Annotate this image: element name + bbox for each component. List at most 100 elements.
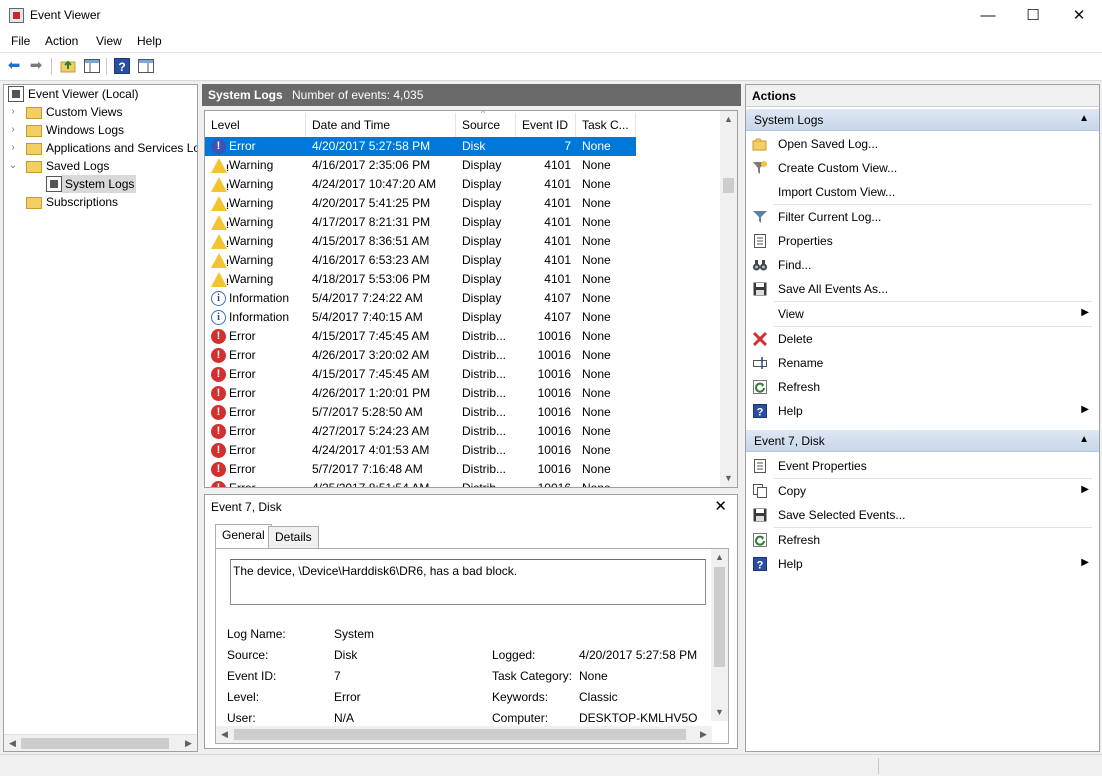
actions-section-system-logs[interactable]: System Logs ▲: [746, 109, 1099, 131]
action-label: Help: [778, 404, 803, 418]
tree-item-applications-and-services[interactable]: › Applications and Services Lo: [4, 139, 197, 157]
scroll-up-icon[interactable]: ▲: [720, 111, 737, 128]
action-view[interactable]: View ▶: [746, 302, 1099, 326]
show-hide-tree-icon[interactable]: [83, 57, 101, 75]
table-row[interactable]: ! Error 4/26/2017 3:20:02 AM Distrib... 1001…: [205, 346, 719, 365]
actions-section-event[interactable]: Event 7, Disk ▲: [746, 430, 1099, 452]
action-refresh[interactable]: Refresh: [746, 528, 1099, 552]
scroll-right-icon[interactable]: ▶: [695, 726, 712, 743]
help-icon[interactable]: ?: [113, 57, 131, 75]
details-vertical-scrollbar[interactable]: ▲ ▼: [711, 549, 728, 721]
scrollbar-thumb[interactable]: [714, 567, 725, 667]
scroll-up-icon[interactable]: ▲: [711, 549, 728, 566]
forward-arrow-icon[interactable]: ➡: [27, 57, 45, 75]
minimize-button[interactable]: —: [965, 0, 1011, 31]
scroll-left-icon[interactable]: ◀: [4, 735, 21, 751]
table-row[interactable]: ! Error 4/26/2017 1:20:01 PM Distrib... 1001…: [205, 384, 719, 403]
table-row[interactable]: ! Error 5/7/2017 7:16:48 AM Distrib... 10016…: [205, 460, 719, 479]
tree-item-subscriptions[interactable]: Subscriptions: [4, 193, 197, 211]
column-header-date-and-time[interactable]: Date and Time: [306, 113, 456, 137]
tab-details[interactable]: Details: [268, 526, 319, 548]
menu-file[interactable]: File: [11, 34, 30, 48]
grid-vertical-scrollbar[interactable]: ▲ ▼: [720, 111, 737, 487]
scroll-left-icon[interactable]: ◀: [216, 726, 233, 743]
action-save-selected-events[interactable]: Save Selected Events...: [746, 503, 1099, 527]
menu-view[interactable]: View: [96, 34, 122, 48]
cell-task: None: [582, 310, 611, 324]
details-close-icon[interactable]: ✕: [714, 497, 727, 515]
action-rename[interactable]: Rename: [746, 351, 1099, 375]
action-help[interactable]: ? Help ▶: [746, 552, 1099, 576]
action-import-custom-view[interactable]: Import Custom View...: [746, 180, 1099, 204]
action-copy[interactable]: Copy ▶: [746, 479, 1099, 503]
action-open-saved-log[interactable]: Open Saved Log...: [746, 132, 1099, 156]
table-row[interactable]: ! Error 4/24/2017 4:01:53 AM Distrib... 1001…: [205, 441, 719, 460]
action-find[interactable]: Find...: [746, 253, 1099, 277]
scrollbar-thumb[interactable]: [723, 178, 734, 193]
cell-source: Distrib...: [462, 348, 507, 362]
collapse-caret-icon[interactable]: ▲: [1079, 434, 1089, 445]
table-row[interactable]: ! Warning 4/16/2017 2:35:06 PM Display 4101 N…: [205, 156, 719, 175]
collapse-caret-icon[interactable]: ▲: [1079, 113, 1089, 124]
up-folder-icon[interactable]: [59, 57, 77, 75]
column-header-task-category[interactable]: Task C...: [576, 113, 636, 137]
action-properties[interactable]: Properties: [746, 229, 1099, 253]
table-row[interactable]: ! Warning 4/17/2017 8:21:31 PM Display 4101 N…: [205, 213, 719, 232]
action-help[interactable]: ? Help ▶: [746, 399, 1099, 423]
tree-item-custom-views[interactable]: › Custom Views: [4, 103, 197, 121]
table-row[interactable]: ! Error 4/27/2017 5:24:23 AM Distrib... 1001…: [205, 422, 719, 441]
show-hide-action-pane-icon[interactable]: [137, 57, 155, 75]
table-row[interactable]: ! Error 4/15/2017 7:45:45 AM Distrib... 1001…: [205, 327, 719, 346]
tree-item-system-logs[interactable]: System Logs: [42, 175, 136, 193]
tree-item-event-viewer-local[interactable]: Event Viewer (Local): [4, 85, 197, 103]
action-create-custom-view[interactable]: Create Custom View...: [746, 156, 1099, 180]
table-row[interactable]: ! Warning 4/20/2017 5:41:25 PM Display 4101 N…: [205, 194, 719, 213]
cell-level: Warning: [229, 253, 274, 267]
tab-general[interactable]: General: [215, 524, 272, 549]
scrollbar-thumb[interactable]: [21, 738, 169, 749]
expand-chevron-icon[interactable]: ›: [8, 103, 18, 121]
expand-chevron-icon[interactable]: ›: [8, 121, 18, 139]
help-icon: ?: [752, 556, 768, 572]
table-row[interactable]: ! Error 4/20/2017 5:27:58 PM Disk 7 None: [205, 137, 636, 156]
table-row[interactable]: ! Warning 4/18/2017 5:53:06 PM Display 4101 N…: [205, 270, 719, 289]
table-row[interactable]: i Information 5/4/2017 7:24:22 AM Display 41…: [205, 289, 719, 308]
scroll-right-icon[interactable]: ▶: [180, 735, 197, 751]
action-filter-current-log[interactable]: Filter Current Log...: [746, 205, 1099, 229]
scrollbar-thumb[interactable]: [234, 729, 686, 740]
tree-item-label: System Logs: [65, 177, 135, 191]
column-header-source[interactable]: Source: [456, 113, 516, 137]
cell-event-id: 4101: [544, 215, 571, 229]
expand-chevron-icon[interactable]: ›: [8, 139, 18, 157]
table-row[interactable]: ! Warning 4/16/2017 6:53:23 AM Display 4101 N…: [205, 251, 719, 270]
table-row[interactable]: ! Error 5/7/2017 5:28:50 AM Distrib... 10016…: [205, 403, 719, 422]
collapse-chevron-icon[interactable]: ⌄: [8, 157, 18, 175]
warning-icon: !: [211, 272, 229, 287]
action-event-properties[interactable]: Event Properties: [746, 454, 1099, 478]
table-row[interactable]: ! Warning 4/15/2017 8:36:51 AM Display 4101 N…: [205, 232, 719, 251]
event-message-box[interactable]: The device, \Device\Harddisk6\DR6, has a…: [230, 559, 706, 605]
tree-item-saved-logs[interactable]: ⌄ Saved Logs: [4, 157, 197, 175]
column-header-level[interactable]: Level: [205, 113, 306, 137]
tree-item-windows-logs[interactable]: › Windows Logs: [4, 121, 197, 139]
table-row[interactable]: !Error 4/25/2017 8:51:54 AM Distrib...1001…: [205, 479, 719, 487]
saved-log-icon: [46, 176, 62, 192]
close-button[interactable]: ✕: [1056, 0, 1102, 31]
save-icon: [752, 281, 768, 297]
maximize-button[interactable]: ☐: [1010, 0, 1056, 31]
details-horizontal-scrollbar[interactable]: ◀ ▶: [216, 726, 712, 743]
action-delete[interactable]: Delete: [746, 327, 1099, 351]
tree-horizontal-scrollbar[interactable]: ◀ ▶: [4, 734, 197, 751]
table-row[interactable]: ! Warning 4/24/2017 10:47:20 AM Display 4101…: [205, 175, 719, 194]
column-header-event-id[interactable]: Event ID: [516, 113, 576, 137]
menu-action[interactable]: Action: [45, 34, 78, 48]
table-row[interactable]: ! Error 4/15/2017 7:45:45 AM Distrib... 1001…: [205, 365, 719, 384]
action-save-all-events-as[interactable]: Save All Events As...: [746, 277, 1099, 301]
table-row[interactable]: i Information 5/4/2017 7:40:15 AM Display 41…: [205, 308, 719, 327]
back-arrow-icon[interactable]: ⬅: [5, 57, 23, 75]
toolbar-separator: [51, 58, 52, 75]
scroll-down-icon[interactable]: ▼: [711, 704, 728, 721]
menu-help[interactable]: Help: [137, 34, 162, 48]
scroll-down-icon[interactable]: ▼: [720, 470, 737, 487]
action-refresh[interactable]: Refresh: [746, 375, 1099, 399]
